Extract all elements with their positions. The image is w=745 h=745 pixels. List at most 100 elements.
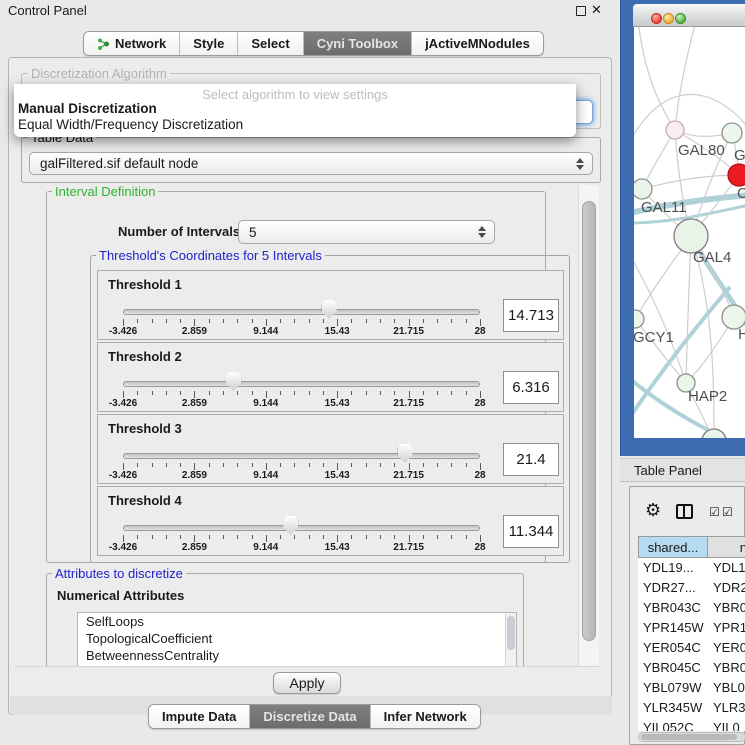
split-columns-icon[interactable] <box>676 504 693 519</box>
table-row[interactable]: YDR27...YDR2 <box>638 578 745 598</box>
minimize-traffic-light-icon[interactable] <box>663 13 674 24</box>
table-row[interactable]: YER054CYER0 <box>638 638 745 658</box>
tab-label: jActiveMNodules <box>425 36 530 51</box>
table-row[interactable]: YBR043CYBR0 <box>638 598 745 618</box>
algorithm-option[interactable]: Equal Width/Frequency Discretization <box>14 117 576 133</box>
tab-cyni-toolbox[interactable]: Cyni Toolbox <box>304 32 412 55</box>
bottom-tab-bar: Impute DataDiscretize DataInfer Network <box>148 704 481 729</box>
slider-tick <box>280 463 281 467</box>
slider-tick <box>152 319 153 323</box>
control-panel-titlebar: Control Panel ✕ <box>0 0 620 22</box>
slider-tick <box>152 535 153 539</box>
algorithm-option[interactable]: Manual Discretization <box>14 101 576 117</box>
slider-tick <box>323 535 324 539</box>
close-icon[interactable]: ✕ <box>591 2 602 18</box>
table-row[interactable]: YIL052CYIL0 <box>638 718 745 731</box>
zoom-traffic-light-icon[interactable] <box>675 13 686 24</box>
thresholds-group-label: Threshold's Coordinates for 5 Intervals <box>96 248 325 263</box>
slider-tick <box>166 463 167 467</box>
attributes-group-label: Attributes to discretize <box>52 566 186 581</box>
slider-tick <box>480 463 481 470</box>
stepper-arrows-icon <box>478 226 486 238</box>
slider-tick <box>166 535 167 539</box>
slider-tick <box>466 535 467 539</box>
node-red[interactable] <box>728 164 745 186</box>
tab-discretize-data[interactable]: Discretize Data <box>250 705 370 728</box>
slider-tick <box>266 319 267 326</box>
table-row[interactable]: YBR045CYBR0 <box>638 658 745 678</box>
slider-tick <box>266 391 267 398</box>
slider-tick-label: 2.859 <box>182 326 207 337</box>
list-scrollbar-thumb[interactable] <box>507 616 515 650</box>
slider-track[interactable] <box>123 453 480 459</box>
slider-thumb[interactable] <box>283 516 298 535</box>
slider-tick-label: 15.43 <box>325 326 350 337</box>
slider-thumb[interactable] <box>398 444 413 463</box>
table-row[interactable]: YBL079WYBL0 <box>638 678 745 698</box>
column-header[interactable]: na <box>707 536 745 558</box>
slider-tick <box>194 463 195 470</box>
slider-tick <box>366 463 367 467</box>
tab-infer-network[interactable]: Infer Network <box>371 705 480 728</box>
table-row[interactable]: YPR145WYPR1 <box>638 618 745 638</box>
tab-select[interactable]: Select <box>238 32 303 55</box>
table-hscrollbar-thumb[interactable] <box>641 734 737 740</box>
threshold-label: Threshold 4 <box>108 493 182 508</box>
slider-tick <box>409 391 410 398</box>
close-traffic-light-icon[interactable] <box>651 13 662 24</box>
node-gcy1[interactable] <box>634 310 644 328</box>
table-row[interactable]: YLR345WYLR3 <box>638 698 745 718</box>
slider-tick <box>466 391 467 395</box>
threshold-panel: Threshold 4-3.4262.8599.14415.4321.71528… <box>97 486 564 556</box>
panel-scrollbar-thumb[interactable] <box>582 201 596 641</box>
slider-tick-label: 21.715 <box>393 470 424 481</box>
attribute-item[interactable]: TopologicalCoefficient <box>78 630 516 647</box>
table-hscrollbar[interactable] <box>638 732 745 742</box>
slider-thumb[interactable] <box>226 372 241 391</box>
attribute-item[interactable]: SelfLoops <box>78 613 516 630</box>
list-scrollbar[interactable] <box>505 613 516 666</box>
node-top-right[interactable] <box>722 123 742 143</box>
slider-track[interactable] <box>123 381 480 387</box>
slider-tick-label: 15.43 <box>325 398 350 409</box>
table-cell: YLR345W <box>638 698 708 718</box>
slider-tick-label: 9.144 <box>253 398 278 409</box>
node-gal11[interactable] <box>634 179 652 199</box>
slider-tick <box>451 535 452 539</box>
tab-impute-data[interactable]: Impute Data <box>149 705 250 728</box>
checkbox-icon[interactable]: ☑ <box>709 505 720 519</box>
column-header[interactable]: shared... <box>638 536 708 558</box>
discretization-algorithm-label: Discretization Algorithm <box>28 66 170 81</box>
panel-scrollbar[interactable] <box>578 185 599 666</box>
numerical-attributes-list[interactable]: SelfLoopsTopologicalCoefficientBetweenne… <box>77 612 517 666</box>
slider-thumb[interactable] <box>322 300 337 319</box>
attribute-item[interactable]: BetweennessCentrality <box>78 647 516 664</box>
table-row[interactable]: YDL19...YDL1 <box>638 558 745 578</box>
threshold-value-field[interactable]: 21.4 <box>503 443 559 476</box>
apply-button[interactable]: Apply <box>273 672 341 694</box>
network-window-frame: GAL80GCGAL11GAL4GCY1HHAP2 <box>620 0 745 456</box>
float-window-icon[interactable] <box>576 6 586 16</box>
slider-track[interactable] <box>123 309 480 315</box>
slider-tick <box>323 391 324 395</box>
interval-definition-group: Interval Definition Number of Intervals … <box>46 191 546 563</box>
checkbox-icon[interactable]: ☑ <box>722 505 733 519</box>
tab-network[interactable]: Network <box>84 32 180 55</box>
node-gal4[interactable] <box>674 219 708 253</box>
slider-tick <box>351 463 352 467</box>
node-gal80[interactable] <box>666 121 684 139</box>
gear-icon[interactable]: ⚙ <box>645 500 661 521</box>
slider-tick-label: -3.426 <box>109 470 137 481</box>
tab-style[interactable]: Style <box>180 32 238 55</box>
threshold-value-field[interactable]: 6.316 <box>503 371 559 404</box>
network-canvas[interactable]: GAL80GCGAL11GAL4GCY1HHAP2 <box>634 27 745 438</box>
number-of-intervals-combobox[interactable]: 5 <box>238 220 495 244</box>
node-table[interactable]: shared...naYDL19...YDL1YDR27...YDR2YBR04… <box>638 536 745 731</box>
network-window-titlebar[interactable] <box>633 4 745 27</box>
threshold-value-field[interactable]: 11.344 <box>503 515 559 548</box>
threshold-value-field[interactable]: 14.713 <box>503 299 559 332</box>
slider-track[interactable] <box>123 525 480 531</box>
tab-jactivemnodules[interactable]: jActiveMNodules <box>412 32 543 55</box>
slider-tick <box>123 463 124 470</box>
table-data-combobox[interactable]: galFiltered.sif default node <box>29 152 593 175</box>
